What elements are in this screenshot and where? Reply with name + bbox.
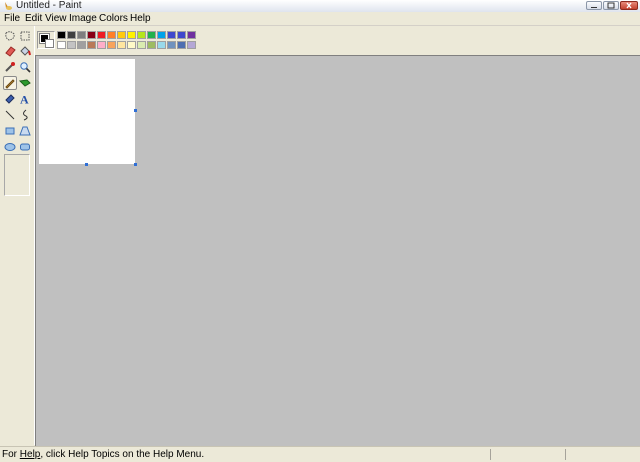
minimize-icon <box>591 7 597 8</box>
color-swatch[interactable] <box>107 31 116 39</box>
paint-app-icon <box>3 1 13 11</box>
menu-view[interactable]: View <box>45 12 67 25</box>
curve-tool[interactable] <box>18 108 32 122</box>
resize-handle-right[interactable] <box>134 109 137 112</box>
maximize-button[interactable] <box>603 1 619 10</box>
color-swatch[interactable] <box>57 31 66 39</box>
line-tool[interactable] <box>3 108 17 122</box>
rect-select-tool[interactable] <box>18 29 32 43</box>
color-box <box>36 26 640 54</box>
color-swatch[interactable] <box>67 41 76 49</box>
pencil-tool[interactable] <box>3 76 17 90</box>
color-swatch[interactable] <box>187 31 196 39</box>
status-bar: For Help, click Help Topics on the Help … <box>0 446 640 462</box>
color-swatch[interactable] <box>177 41 186 49</box>
color-swatch[interactable] <box>97 31 106 39</box>
restore-icon <box>607 2 615 9</box>
color-swatch[interactable] <box>177 31 186 39</box>
paint-bucket-icon <box>20 46 31 56</box>
close-button[interactable] <box>620 1 638 10</box>
polygon-tool[interactable] <box>18 124 32 138</box>
color-swatch[interactable] <box>167 41 176 49</box>
resize-handle-corner[interactable] <box>134 163 137 166</box>
menu-bar: File Edit View Image Colors Help <box>0 12 640 26</box>
text-tool-glyph: A <box>20 93 29 107</box>
menu-help[interactable]: Help <box>130 12 151 25</box>
brush-icon <box>18 79 31 87</box>
free-form-select-tool[interactable] <box>3 29 17 43</box>
canvas-area[interactable] <box>35 55 640 446</box>
color-swatch[interactable] <box>167 31 176 39</box>
menu-file[interactable]: File <box>4 12 20 25</box>
polygon-icon <box>19 126 31 136</box>
resize-handle-bottom[interactable] <box>85 163 88 166</box>
color-swatch[interactable] <box>147 41 156 49</box>
rounded-rect-icon <box>20 143 30 151</box>
color-swatch[interactable] <box>87 41 96 49</box>
tool-box: A <box>0 26 35 445</box>
brush-tool[interactable] <box>18 76 32 90</box>
pick-color-tool[interactable] <box>3 60 17 74</box>
color-swatch[interactable] <box>117 31 126 39</box>
background-color <box>45 39 54 48</box>
color-swatch[interactable] <box>77 41 86 49</box>
curve-icon <box>23 109 28 121</box>
eraser-icon <box>5 46 16 57</box>
menu-image[interactable]: Image <box>69 12 97 25</box>
color-swatch[interactable] <box>157 41 166 49</box>
airbrush-tool[interactable] <box>3 92 17 106</box>
window-title: Untitled - Paint <box>16 0 82 11</box>
color-swatch[interactable] <box>157 31 166 39</box>
color-swatch[interactable] <box>127 31 136 39</box>
color-swatch[interactable] <box>137 41 146 49</box>
eraser-tool[interactable] <box>3 44 17 58</box>
current-colors[interactable] <box>37 31 55 49</box>
rect-select-icon <box>20 31 30 41</box>
airbrush-icon <box>5 94 15 104</box>
color-swatch[interactable] <box>117 41 126 49</box>
color-swatch[interactable] <box>57 41 66 49</box>
color-swatch[interactable] <box>87 31 96 39</box>
ellipse-tool[interactable] <box>3 140 17 154</box>
drawing-canvas[interactable] <box>39 59 135 164</box>
status-panel-position <box>490 449 491 460</box>
minimize-button[interactable] <box>586 1 602 10</box>
free-select-icon <box>5 31 15 41</box>
color-swatch[interactable] <box>187 41 196 49</box>
color-swatch[interactable] <box>97 41 106 49</box>
help-link: Help <box>19 449 41 460</box>
magnifier-tool[interactable] <box>18 60 32 74</box>
magnifier-icon <box>20 62 31 73</box>
color-swatch[interactable] <box>67 31 76 39</box>
menu-edit[interactable]: Edit <box>25 12 42 25</box>
rectangle-icon <box>5 127 15 135</box>
color-swatch[interactable] <box>147 31 156 39</box>
line-icon <box>5 110 15 120</box>
text-icon: A <box>20 93 29 107</box>
ellipse-icon <box>4 143 16 151</box>
rounded-rectangle-tool[interactable] <box>18 140 32 154</box>
pencil-icon <box>5 79 15 89</box>
color-swatch[interactable] <box>137 31 146 39</box>
rectangle-tool[interactable] <box>3 124 17 138</box>
eyedropper-icon <box>5 62 15 72</box>
menu-colors[interactable]: Colors <box>99 12 128 25</box>
fill-tool[interactable] <box>18 44 32 58</box>
color-swatch[interactable] <box>127 41 136 49</box>
color-swatch[interactable] <box>77 31 86 39</box>
close-icon <box>626 2 632 9</box>
text-tool[interactable]: A <box>18 92 32 107</box>
status-panel-size <box>565 449 566 460</box>
color-swatch[interactable] <box>107 41 116 49</box>
status-help-text: For Help, click Help Topics on the Help … <box>2 449 205 460</box>
tool-options-panel[interactable] <box>4 154 30 196</box>
